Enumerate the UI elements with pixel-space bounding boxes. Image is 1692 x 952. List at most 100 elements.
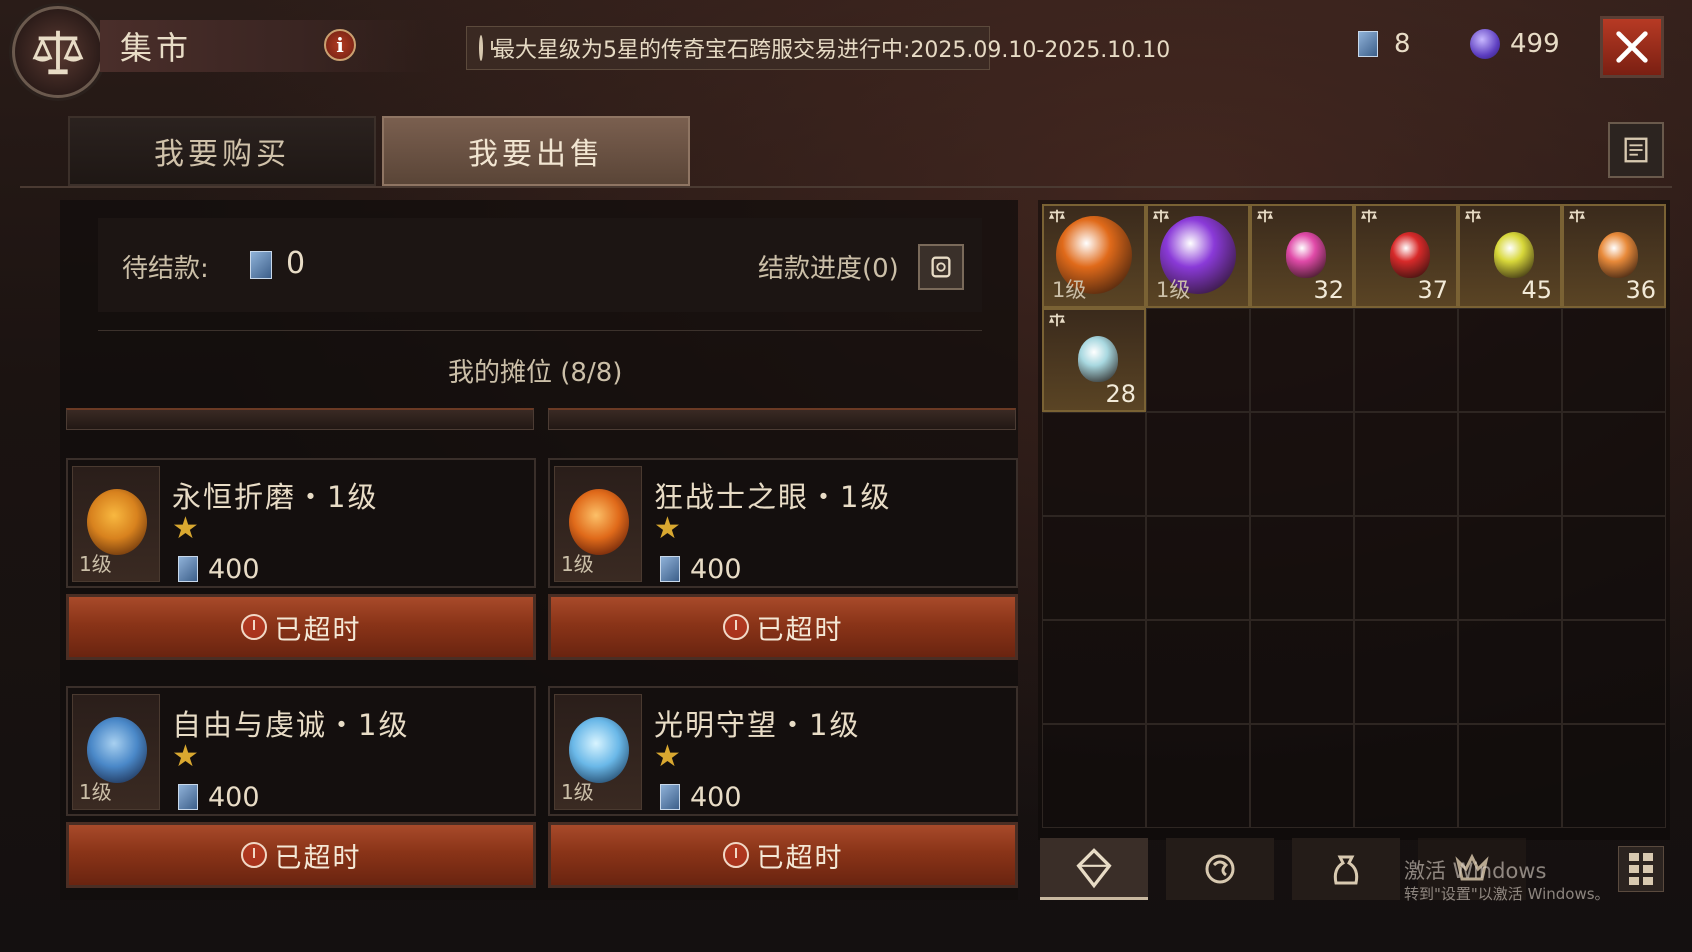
inventory-slot[interactable] — [1562, 620, 1666, 724]
stall-status-button[interactable]: 已超时 — [548, 594, 1018, 660]
category-rune-button[interactable] — [1166, 838, 1274, 900]
header-divider — [20, 186, 1672, 188]
close-icon — [1616, 31, 1648, 63]
stall-status-label: 已超时 — [274, 614, 362, 646]
inventory-slot[interactable]: 45 — [1458, 204, 1562, 308]
star-icon: ★ — [654, 739, 681, 774]
inventory-slot[interactable] — [1458, 516, 1562, 620]
stall-status-button[interactable]: 已超时 — [66, 594, 536, 660]
inventory-slot[interactable] — [1042, 412, 1146, 516]
stall-status-button[interactable]: 已超时 — [548, 822, 1018, 888]
close-button[interactable] — [1600, 16, 1664, 78]
trade-record-button[interactable] — [1608, 122, 1664, 178]
inventory-slot[interactable] — [1458, 620, 1562, 724]
inventory-slot[interactable] — [1042, 724, 1146, 828]
topaz-gem-icon — [1494, 232, 1534, 278]
market-emblem-icon — [12, 6, 104, 98]
item-count: 32 — [1313, 276, 1344, 304]
stall-item: 1级 永恒折磨・1级 ★ 400 已超时 — [66, 458, 536, 666]
scales-icon — [1048, 313, 1066, 327]
eternal-torment-gem-icon — [87, 489, 147, 555]
inventory-slot[interactable] — [1146, 724, 1250, 828]
inventory-slot[interactable] — [1250, 724, 1354, 828]
inventory-slot[interactable] — [1250, 412, 1354, 516]
stall-gem-slot[interactable]: 1级 — [72, 466, 160, 582]
stall-item-price: 400 — [690, 782, 742, 813]
gem-category-icon — [1076, 847, 1112, 888]
inventory-slot[interactable] — [1562, 724, 1666, 828]
inventory-slot[interactable] — [1146, 620, 1250, 724]
info-button[interactable]: i — [324, 29, 356, 61]
inventory-slot[interactable] — [1250, 516, 1354, 620]
stall-gem-slot[interactable]: 1级 — [554, 694, 642, 810]
activation-watermark-subtitle: 转到"设置"以激活 Windows。 — [1404, 885, 1610, 903]
inventory-slot[interactable] — [1146, 308, 1250, 412]
inventory-slot[interactable] — [1354, 724, 1458, 828]
tab-sell[interactable]: 我要出售 — [382, 116, 690, 186]
orb-currency: 499 — [1470, 24, 1560, 64]
inventory-slot[interactable]: 1级 — [1042, 204, 1146, 308]
inventory-slot[interactable] — [1354, 620, 1458, 724]
settlement-progress-button[interactable] — [918, 244, 964, 290]
inventory-slot[interactable] — [1562, 308, 1666, 412]
scales-icon — [1360, 209, 1378, 223]
clock-icon — [479, 35, 498, 61]
inventory-slot[interactable] — [1146, 412, 1250, 516]
timeout-icon — [240, 842, 267, 868]
inventory-slot[interactable] — [1146, 516, 1250, 620]
card-currency-icon — [1358, 31, 1378, 57]
tab-buy[interactable]: 我要购买 — [68, 116, 376, 186]
inventory-slot[interactable]: 37 — [1354, 204, 1458, 308]
frame-strip-right — [548, 408, 1016, 430]
inventory-slot[interactable]: 36 — [1562, 204, 1666, 308]
inventory-slot[interactable]: 1级 — [1146, 204, 1250, 308]
inventory-slot[interactable] — [1562, 516, 1666, 620]
stall-item-price: 400 — [690, 554, 742, 585]
card-currency-icon — [250, 251, 272, 279]
inventory-slot[interactable] — [1042, 620, 1146, 724]
item-level: 1级 — [1052, 278, 1087, 302]
stall-item-name: 光明守望・1级 — [654, 708, 861, 742]
gem-level: 1级 — [561, 552, 594, 576]
card-currency-amount: 8 — [1394, 29, 1411, 59]
inventory-slot[interactable] — [1354, 308, 1458, 412]
orb-currency-amount: 499 — [1510, 29, 1560, 59]
star-icon: ★ — [654, 511, 681, 546]
record-icon — [1624, 137, 1648, 163]
stall-status-button[interactable]: 已超时 — [66, 822, 536, 888]
timeout-icon — [722, 842, 749, 868]
scales-icon — [1568, 209, 1586, 223]
inventory-slot[interactable] — [1250, 620, 1354, 724]
title-plate: 集市 — [100, 20, 430, 72]
card-currency-icon — [660, 784, 680, 810]
panel-divider — [98, 330, 982, 331]
rune-icon — [1205, 854, 1235, 884]
category-gems-button[interactable] — [1040, 838, 1148, 900]
card-currency-icon — [178, 556, 198, 582]
stall-gem-slot[interactable]: 1级 — [72, 694, 160, 810]
inventory-slot[interactable]: 28 — [1042, 308, 1146, 412]
scales-icon — [32, 30, 84, 75]
inventory-slot[interactable] — [1042, 516, 1146, 620]
my-stall-title: 我的摊位 (8/8) — [448, 358, 623, 388]
inventory-slot[interactable] — [1354, 412, 1458, 516]
amber-gem-icon — [1598, 232, 1638, 278]
grid-view-button[interactable] — [1618, 846, 1664, 892]
stall-item: 1级 光明守望・1级 ★ 400 已超时 — [548, 686, 1018, 894]
event-notice-banner: 最大星级为5星的传奇宝石跨服交易进行中:2025.09.10-2025.10.1… — [466, 26, 1170, 70]
stall-gem-slot[interactable]: 1级 — [554, 466, 642, 582]
inventory-slot[interactable] — [1458, 308, 1562, 412]
inventory-slot[interactable] — [1562, 412, 1666, 516]
berserker-eye-gem-icon — [569, 489, 629, 555]
page-title: 集市 — [120, 29, 193, 67]
item-level: 1级 — [1156, 278, 1191, 302]
inventory-slot[interactable] — [1250, 308, 1354, 412]
timeout-icon — [240, 614, 267, 640]
category-bag-button[interactable] — [1292, 838, 1400, 900]
stall-item: 1级 自由与虔诚・1级 ★ 400 已超时 — [66, 686, 536, 894]
inventory-slot[interactable] — [1354, 516, 1458, 620]
inventory-slot[interactable]: 32 — [1250, 204, 1354, 308]
inventory-slot[interactable] — [1458, 724, 1562, 828]
inventory-slot[interactable] — [1458, 412, 1562, 516]
settlement-progress-label: 结款进度(0) — [758, 254, 899, 284]
